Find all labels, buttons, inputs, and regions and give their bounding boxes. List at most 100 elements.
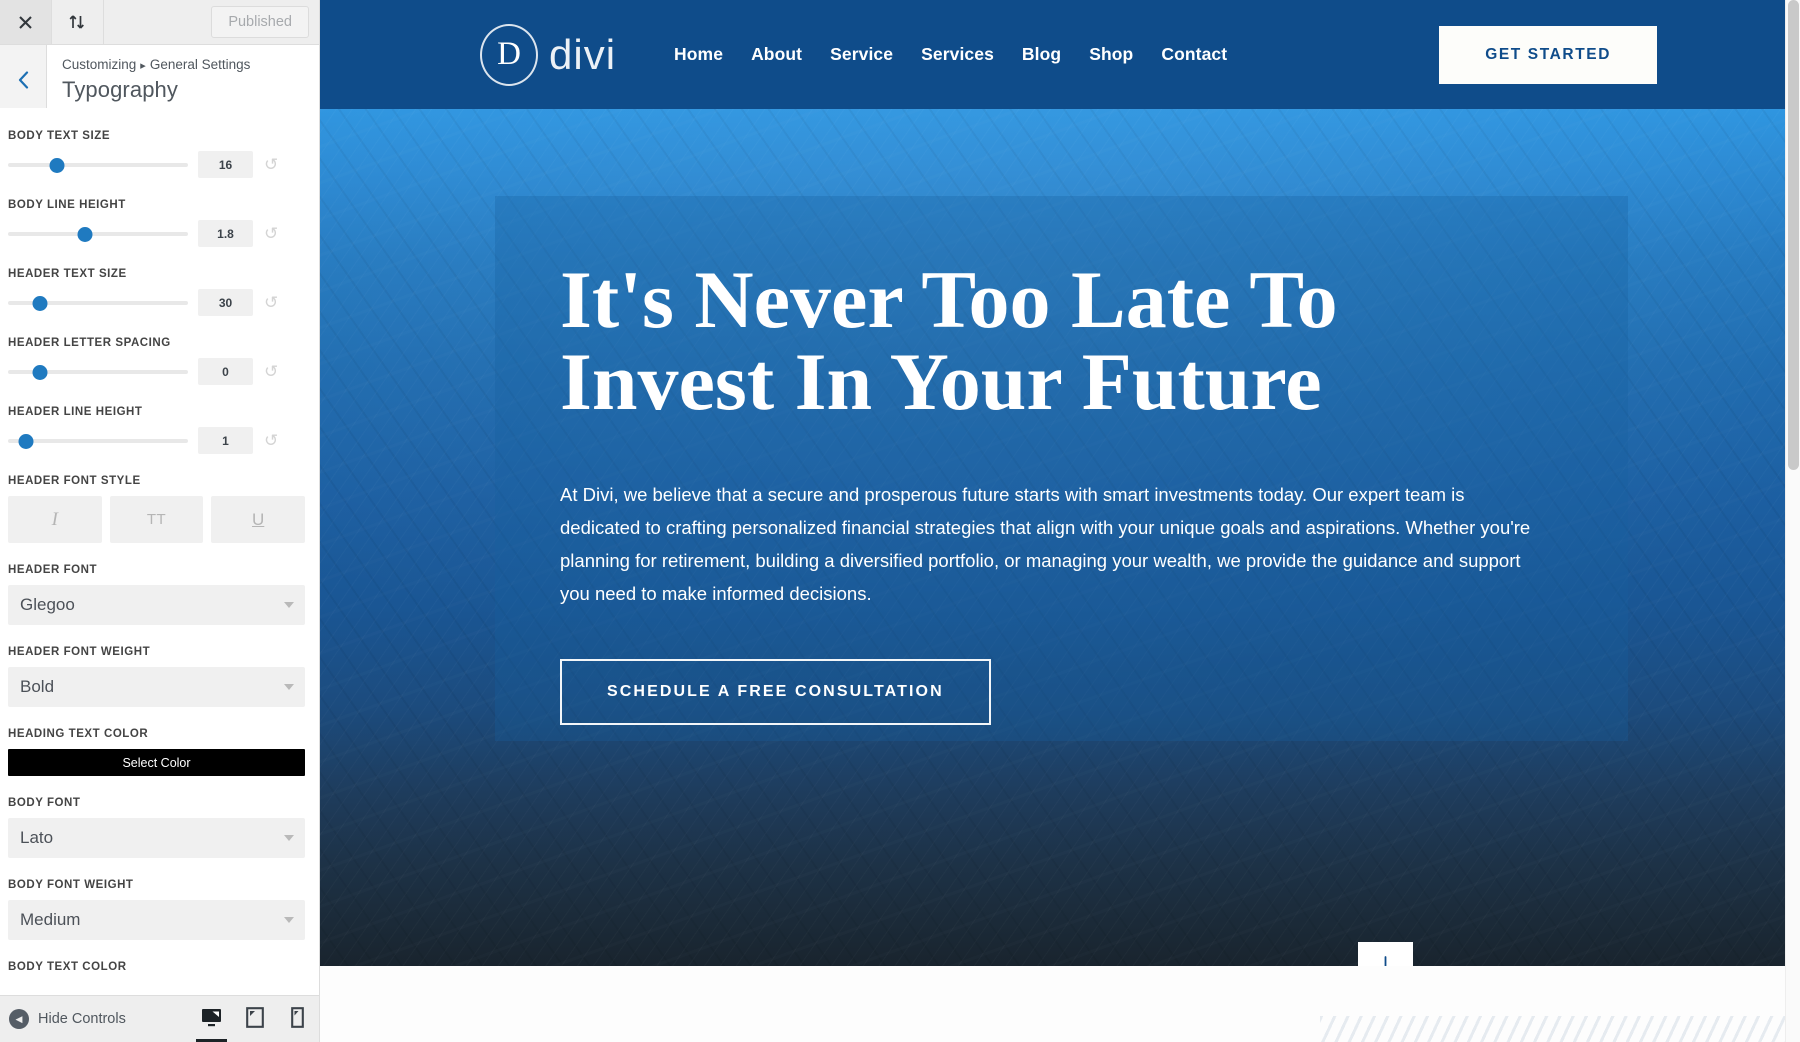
uppercase-button[interactable]: TT bbox=[109, 496, 204, 543]
hero-content: It's Never Too Late To Invest In Your Fu… bbox=[560, 259, 1570, 725]
panel-back-button[interactable] bbox=[0, 45, 47, 115]
header-line-height-slider[interactable] bbox=[8, 432, 188, 450]
underline-button[interactable]: U bbox=[211, 496, 306, 543]
header-letter-spacing-slider[interactable] bbox=[8, 363, 188, 381]
hide-controls-button[interactable]: ◀ Hide Controls bbox=[9, 1009, 126, 1029]
control-header-text-size: HEADER TEXT SIZE ↺ bbox=[8, 268, 305, 316]
reset-icon[interactable]: ↺ bbox=[264, 156, 278, 173]
get-started-button[interactable]: GET STARTED bbox=[1439, 25, 1657, 84]
control-body-font: BODY FONT Lato bbox=[8, 797, 305, 858]
hero-section: It's Never Too Late To Invest In Your Fu… bbox=[320, 109, 1800, 966]
reset-icon[interactable]: ↺ bbox=[264, 432, 278, 449]
customizer-topbar: Published bbox=[0, 0, 319, 45]
site-navbar: D divi Home About Service Services Blog … bbox=[320, 0, 1800, 109]
italic-button[interactable]: I bbox=[8, 496, 102, 543]
scroll-down-button[interactable] bbox=[1358, 942, 1413, 966]
slider-handle[interactable] bbox=[77, 226, 93, 242]
preview-scrollbar[interactable] bbox=[1785, 0, 1800, 1042]
slider-handle[interactable] bbox=[32, 295, 48, 311]
control-label: BODY TEXT COLOR bbox=[8, 961, 127, 973]
control-label: HEADER FONT STYLE bbox=[8, 475, 141, 487]
control-label: BODY FONT WEIGHT bbox=[8, 879, 134, 891]
customizer-controls-list: BODY TEXT SIZE ↺ BODY LINE HEIGHT bbox=[0, 108, 319, 995]
control-body-line-height: BODY LINE HEIGHT ↺ bbox=[8, 199, 305, 247]
control-heading-text-color: HEADING TEXT COLOR Select Color bbox=[8, 728, 305, 776]
reset-icon[interactable]: ↺ bbox=[264, 225, 278, 242]
hero-title: It's Never Too Late To Invest In Your Fu… bbox=[560, 254, 1338, 427]
heading-text-color-select-button[interactable]: Select Color bbox=[8, 749, 305, 776]
slider-row: ↺ bbox=[8, 151, 305, 178]
device-preview-toggle-button[interactable] bbox=[52, 0, 104, 44]
nav-link-blog[interactable]: Blog bbox=[1008, 44, 1075, 65]
control-label: HEADER FONT WEIGHT bbox=[8, 646, 151, 658]
control-label: HEADER LETTER SPACING bbox=[8, 337, 171, 349]
device-tablet[interactable] bbox=[233, 996, 276, 1042]
preview-scrollbar-thumb[interactable] bbox=[1788, 0, 1799, 470]
customizer-app: Published Customizing ▸ General Settings T… bbox=[0, 0, 1800, 1042]
control-header-font: HEADER FONT Glegoo bbox=[8, 564, 305, 625]
site-preview-frame: D divi Home About Service Services Blog … bbox=[320, 0, 1800, 1042]
header-font-select[interactable]: Glegoo bbox=[8, 585, 305, 625]
slider-track bbox=[8, 231, 188, 236]
nav-link-services[interactable]: Services bbox=[907, 44, 1008, 65]
chevron-down-icon bbox=[284, 917, 294, 923]
device-desktop[interactable] bbox=[190, 996, 233, 1042]
breadcrumb-root[interactable]: Customizing bbox=[62, 57, 136, 72]
nav-link-home[interactable]: Home bbox=[660, 44, 737, 65]
header-letter-spacing-input[interactable] bbox=[198, 358, 253, 385]
control-label: BODY TEXT SIZE bbox=[8, 130, 111, 142]
control-header-letter-spacing: HEADER LETTER SPACING ↺ bbox=[8, 337, 305, 385]
slider-row: ↺ bbox=[8, 220, 305, 247]
header-text-size-slider[interactable] bbox=[8, 294, 188, 312]
chevron-left-icon bbox=[18, 71, 28, 89]
select-value: Glegoo bbox=[20, 595, 75, 614]
body-font-weight-select[interactable]: Medium bbox=[8, 900, 305, 940]
nav-link-shop[interactable]: Shop bbox=[1075, 44, 1147, 65]
breadcrumb-separator: ▸ bbox=[140, 60, 146, 72]
header-text-size-input[interactable] bbox=[198, 289, 253, 316]
reset-icon[interactable]: ↺ bbox=[264, 363, 278, 380]
control-label: HEADING TEXT COLOR bbox=[8, 728, 149, 740]
close-button[interactable] bbox=[0, 0, 52, 44]
body-line-height-input[interactable] bbox=[198, 220, 253, 247]
slider-handle[interactable] bbox=[32, 364, 48, 380]
header-line-height-input[interactable] bbox=[198, 427, 253, 454]
breadcrumb-section: General Settings bbox=[149, 57, 251, 72]
nav-link-contact[interactable]: Contact bbox=[1147, 44, 1241, 65]
slider-handle[interactable] bbox=[49, 157, 65, 173]
publish-status-button[interactable]: Published bbox=[211, 6, 309, 38]
device-buttons bbox=[190, 996, 319, 1042]
hatched-decoration bbox=[1320, 1016, 1800, 1042]
control-label: BODY FONT bbox=[8, 797, 81, 809]
nav-link-service[interactable]: Service bbox=[816, 44, 907, 65]
body-text-size-slider[interactable] bbox=[8, 156, 188, 174]
control-label: HEADER TEXT SIZE bbox=[8, 268, 127, 280]
slider-track bbox=[8, 438, 188, 443]
mobile-icon bbox=[291, 1006, 304, 1028]
hide-controls-label: Hide Controls bbox=[38, 1011, 126, 1027]
control-body-font-weight: BODY FONT WEIGHT Medium bbox=[8, 879, 305, 940]
slider-handle[interactable] bbox=[18, 433, 34, 449]
slider-track bbox=[8, 162, 188, 167]
control-header-font-weight: HEADER FONT WEIGHT Bold bbox=[8, 646, 305, 707]
close-icon bbox=[19, 15, 32, 29]
collapse-left-icon: ◀ bbox=[9, 1009, 29, 1029]
arrow-down-icon bbox=[1384, 955, 1387, 966]
below-fold-section bbox=[320, 966, 1800, 1042]
control-header-font-style: HEADER FONT STYLE I TT U bbox=[8, 475, 306, 543]
customizer-footer: ◀ Hide Controls bbox=[0, 995, 319, 1042]
body-text-size-input[interactable] bbox=[198, 151, 253, 178]
body-line-height-slider[interactable] bbox=[8, 225, 188, 243]
site-logo[interactable]: D divi bbox=[480, 23, 616, 86]
desktop-icon bbox=[202, 1008, 221, 1026]
body-font-select[interactable]: Lato bbox=[8, 818, 305, 858]
chevron-down-icon bbox=[284, 684, 294, 690]
header-font-weight-select[interactable]: Bold bbox=[8, 667, 305, 707]
page-title: Typography bbox=[62, 77, 178, 103]
device-mobile[interactable] bbox=[276, 996, 319, 1042]
nav-link-about[interactable]: About bbox=[737, 44, 816, 65]
schedule-consultation-button[interactable]: SCHEDULE A FREE CONSULTATION bbox=[560, 658, 991, 725]
reset-icon[interactable]: ↺ bbox=[264, 294, 278, 311]
control-label: HEADER LINE HEIGHT bbox=[8, 406, 143, 418]
